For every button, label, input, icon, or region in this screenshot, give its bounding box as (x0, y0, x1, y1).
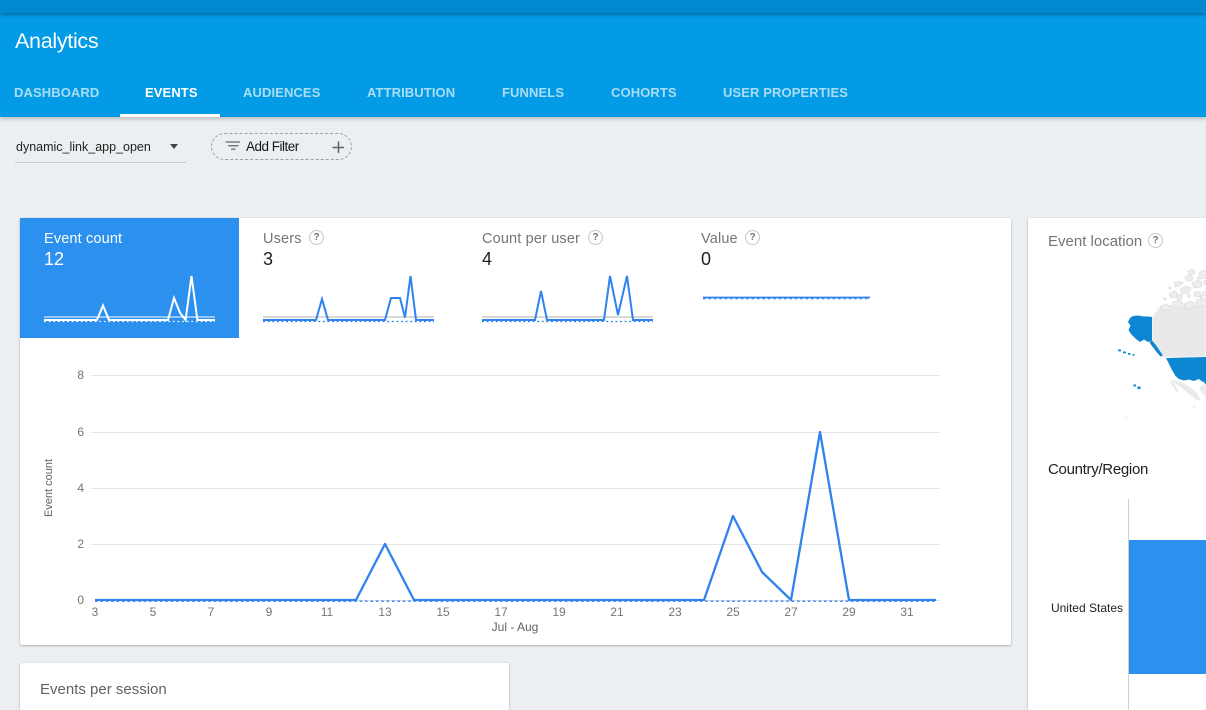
svg-text:15: 15 (436, 605, 450, 619)
svg-text:25: 25 (726, 605, 740, 619)
svg-text:23: 23 (668, 605, 682, 619)
svg-text:4: 4 (77, 481, 84, 495)
svg-text:6: 6 (77, 425, 84, 439)
svg-text:19: 19 (552, 605, 566, 619)
svg-text:2: 2 (77, 537, 84, 551)
svg-text:21: 21 (610, 605, 624, 619)
svg-text:8: 8 (77, 368, 84, 382)
svg-text:29: 29 (842, 605, 856, 619)
svg-text:31: 31 (900, 605, 914, 619)
svg-text:Jul - Aug: Jul - Aug (492, 620, 539, 634)
svg-text:0: 0 (77, 593, 84, 607)
svg-text:3: 3 (92, 605, 99, 619)
svg-text:9: 9 (266, 605, 273, 619)
svg-text:Event count: Event count (43, 459, 55, 517)
svg-text:11: 11 (321, 605, 334, 619)
svg-text:7: 7 (208, 605, 215, 619)
svg-text:17: 17 (494, 605, 508, 619)
svg-text:13: 13 (378, 605, 392, 619)
svg-text:27: 27 (784, 605, 798, 619)
svg-text:5: 5 (150, 605, 157, 619)
